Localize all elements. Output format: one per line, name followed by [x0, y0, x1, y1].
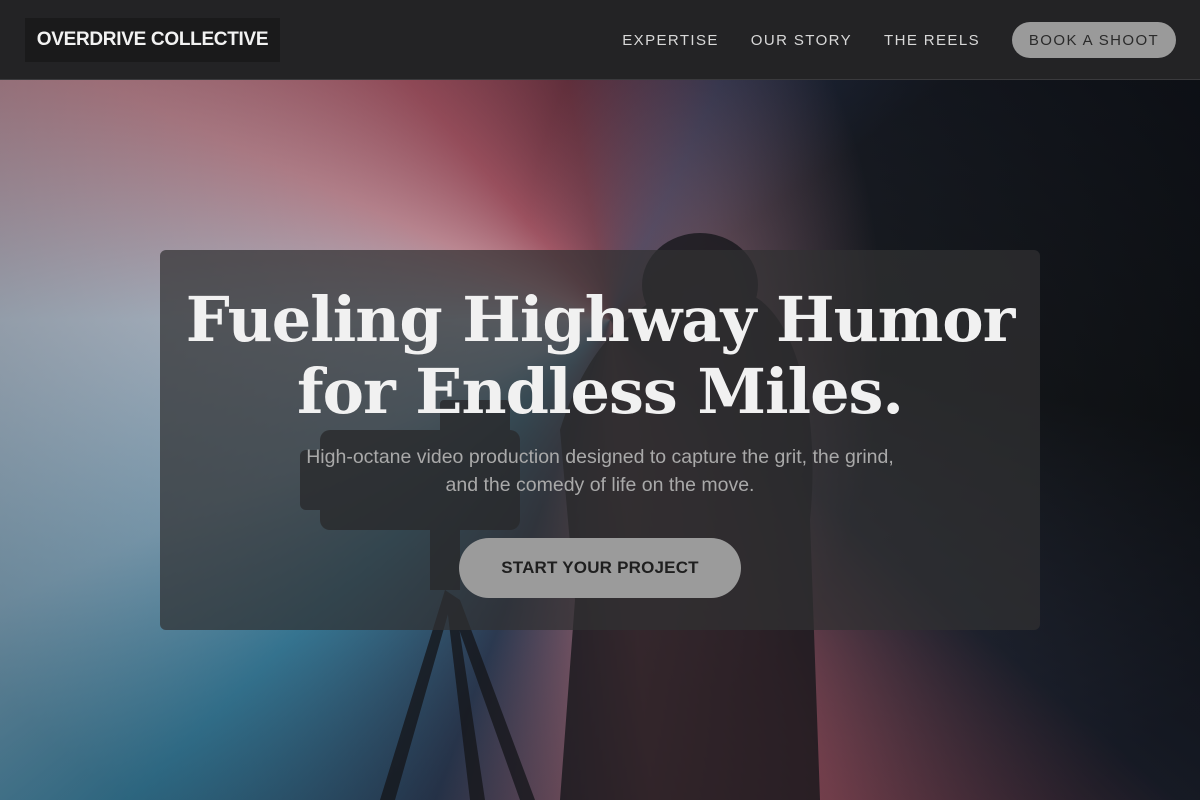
hero-title-line-1: Fueling Highway Humor	[185, 283, 1016, 356]
book-a-shoot-button[interactable]: BOOK A SHOOT	[1012, 22, 1176, 58]
hero-title: Fueling Highway Humor for Endless Miles.	[0, 284, 1200, 428]
hero-subtitle: High-octane video production designed to…	[250, 443, 950, 499]
start-your-project-button[interactable]: START YOUR PROJECT	[459, 538, 741, 598]
nav-link-expertise[interactable]: EXPERTISE	[622, 32, 719, 49]
hero-subtitle-line-2: and the comedy of life on the move.	[445, 474, 755, 496]
top-navbar: OVERDRIVE COLLECTIVE EXPERTISE OUR STORY…	[0, 0, 1200, 80]
hero-subtitle-line-1: High-octane video production designed to…	[306, 446, 894, 468]
hero-title-line-2: for Endless Miles.	[296, 355, 904, 428]
nav-link-our-story[interactable]: OUR STORY	[751, 32, 852, 49]
nav-link-the-reels[interactable]: THE REELS	[884, 32, 980, 49]
brand-logo[interactable]: OVERDRIVE COLLECTIVE	[25, 18, 280, 62]
nav-links: EXPERTISE OUR STORY THE REELS	[622, 0, 980, 80]
